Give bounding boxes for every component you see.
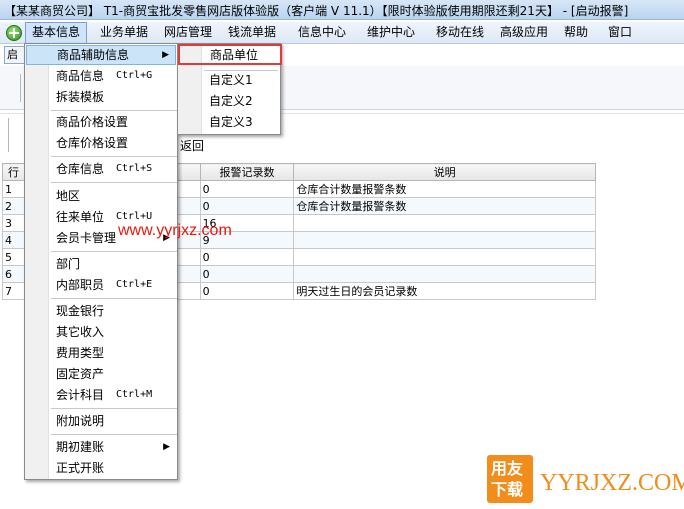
window-tab[interactable]: 启 [4,46,26,64]
menu-online-store[interactable]: 网店管理 [158,22,218,44]
submenu-item-custom-3[interactable]: 自定义3 [179,112,279,133]
menu-separator [51,110,177,111]
row-count: 0 [199,197,295,215]
row-description [293,231,596,249]
row-count: 0 [199,265,295,283]
row-number: 4 [2,231,25,249]
menu-item-expense-type[interactable]: 费用类型 [26,343,176,363]
menu-item-formal-open[interactable]: 正式开账 [26,458,176,478]
window-title: 【某某商贸公司】 T1-商贸宝批发零售网店版体验版（客户端 V 11.1）【限时… [4,4,629,18]
submenu-arrow-icon: ▶ [162,50,169,60]
row-number: 3 [2,214,25,232]
menu-maintenance[interactable]: 维护中心 [361,22,421,44]
return-button[interactable]: 返回 [180,137,204,154]
header-row-number[interactable]: 行 [2,163,25,181]
menu-item-label: 正式开账 [56,461,105,475]
submenu-item-custom-2[interactable]: 自定义2 [179,91,279,112]
menu-money-docs[interactable]: 钱流单据 [222,22,282,44]
menu-item-accounts[interactable]: 会计科目 Ctrl+M [26,385,176,405]
menu-item-label: 期初建账 [56,440,105,454]
menu-item-label: 固定资产 [56,367,105,381]
menu-item-label: 商品信息 [56,69,105,83]
menu-item-shortcut: Ctrl+S [116,163,153,174]
menu-item-employees[interactable]: 内部职员 Ctrl+E [26,275,176,295]
logo-line-2: 下载 [491,480,524,499]
menu-item-label: 费用类型 [56,346,105,360]
title-bar: 【某某商贸公司】 T1-商贸宝批发零售网店版体验版（客户端 V 11.1）【限时… [0,0,684,20]
site-logo: 用友 下载 [487,455,533,503]
menu-separator [51,298,177,299]
row-number: 5 [2,248,25,266]
site-logo-text: YYRJXZ.COM [540,470,684,496]
menu-item-region[interactable]: 地区 [26,186,176,206]
row-number: 7 [2,282,25,300]
app-icon[interactable] [6,25,22,41]
menu-item-product-aux-info[interactable]: 商品辅助信息 ▶ [26,45,176,65]
header-description[interactable]: 说明 [293,163,596,181]
menu-item-label: 拆装模板 [56,90,105,104]
menu-window[interactable]: 窗口 [602,22,638,44]
row-count: 0 [199,180,295,198]
product-aux-submenu: 商品单位 自定义1 自定义2 自定义3 [177,43,282,135]
row-description [293,248,596,266]
menu-separator [51,408,177,409]
menu-item-shortcut: Ctrl+G [116,70,153,81]
menu-item-assembly-template[interactable]: 拆装模板 [26,87,176,107]
menu-business-docs[interactable]: 业务单据 [94,22,154,44]
menu-basic-info[interactable]: 基本信息 [25,22,88,44]
menu-item-label: 会员卡管理 [56,231,117,245]
menu-item-label: 仓库价格设置 [56,136,129,150]
menu-separator [51,434,177,435]
menu-info-center[interactable]: 信息中心 [292,22,352,44]
menu-item-shortcut: Ctrl+M [116,389,153,400]
row-count: 0 [199,248,295,266]
row-description: 仓库合计数量报警条数 [293,197,596,215]
watermark-url: www.yyrjxz.com [118,222,232,239]
menu-item-fixed-assets[interactable]: 固定资产 [26,364,176,384]
menu-item-other-income[interactable]: 其它收入 [26,322,176,342]
menu-item-label: 内部职员 [56,278,105,292]
menu-mobile-online[interactable]: 移动在线 [430,22,490,44]
menu-item-product-info[interactable]: 商品信息 Ctrl+G [26,66,176,86]
menu-bar: 基本信息 业务单据 网店管理 钱流单据 信息中心 维护中心 移动在线 高级应用 … [0,22,684,44]
submenu-item-product-unit[interactable]: 商品单位 [178,44,282,65]
menu-item-label: 部门 [56,257,81,271]
menu-separator [51,182,177,183]
menu-separator [51,251,177,252]
basic-info-dropdown: 商品辅助信息 ▶ 商品信息 Ctrl+G 拆装模板 商品价格设置 仓库价格设置 … [24,43,178,480]
row-description [293,265,596,283]
submenu-item-custom-1[interactable]: 自定义1 [179,70,279,91]
row-number: 1 [2,180,25,198]
menu-item-label: 商品价格设置 [56,115,129,129]
menu-item-label: 现金银行 [56,304,105,318]
logo-line-1: 用友 [491,459,524,478]
menu-item-opening-setup[interactable]: 期初建账 ▶ [26,437,176,457]
header-alarm-count[interactable]: 报警记录数 [199,163,295,181]
menu-item-label: 地区 [56,189,81,203]
menu-item-product-price[interactable]: 商品价格设置 [26,112,176,132]
row-number: 6 [2,265,25,283]
menu-item-warehouse-info[interactable]: 仓库信息 Ctrl+S [26,159,176,179]
menu-item-warehouse-price[interactable]: 仓库价格设置 [26,133,176,153]
menu-item-additional-notes[interactable]: 附加说明 [26,411,176,431]
menu-item-label: 会计科目 [56,388,105,402]
menu-item-label: 往来单位 [56,210,105,224]
row-description: 明天过生日的会员记录数 [293,282,596,300]
submenu-arrow-icon: ▶ [163,442,170,452]
menu-item-label: 附加说明 [56,414,105,428]
menu-item-label: 仓库信息 [56,162,105,176]
menu-item-label: 其它收入 [56,325,105,339]
menu-item-label: 商品辅助信息 [57,48,130,62]
menu-item-department[interactable]: 部门 [26,254,176,274]
row-count: 0 [199,282,295,300]
row-number: 2 [2,197,25,215]
menu-help[interactable]: 帮助 [558,22,594,44]
row-description: 仓库合计数量报警条数 [293,180,596,198]
menu-item-shortcut: Ctrl+E [116,279,153,290]
menu-advanced[interactable]: 高级应用 [494,22,554,44]
menu-item-cash-bank[interactable]: 现金银行 [26,301,176,321]
panel-grip[interactable] [8,118,11,152]
menu-separator [51,156,177,157]
row-description [293,214,596,232]
